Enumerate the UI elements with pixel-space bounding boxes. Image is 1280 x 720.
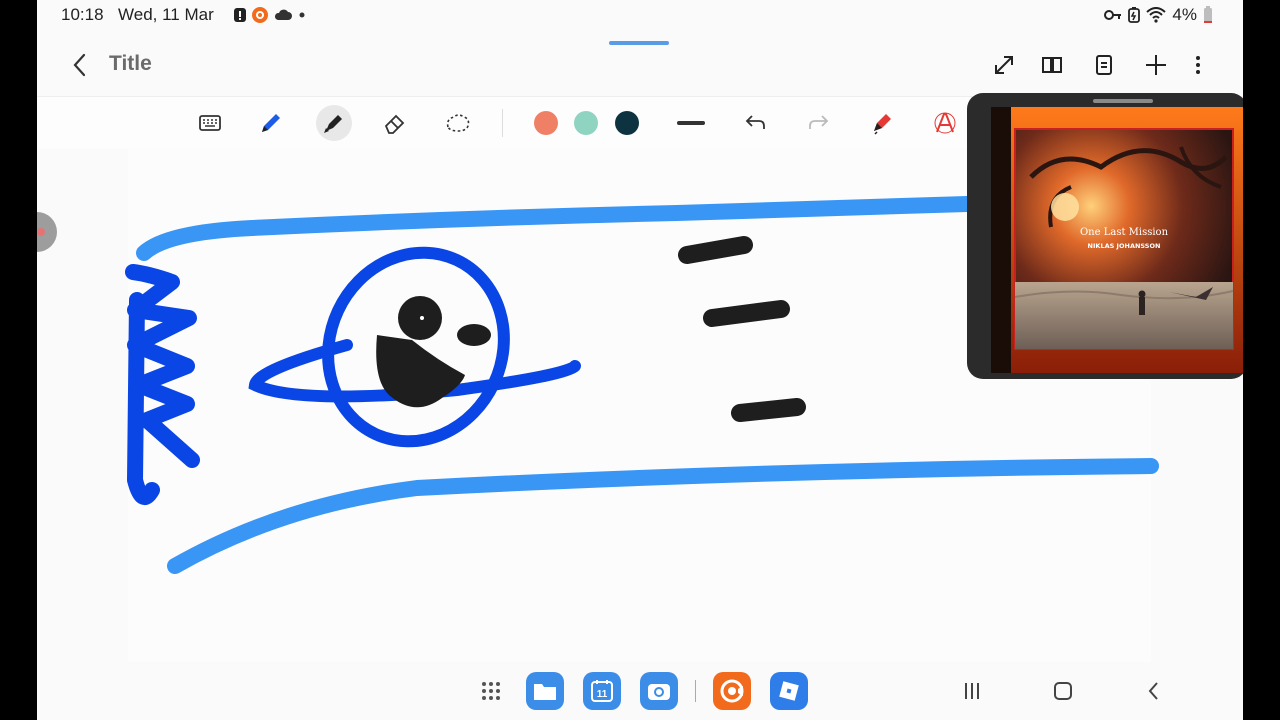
text-recognition-icon — [934, 112, 956, 134]
battery-saver-icon — [1128, 7, 1141, 23]
app-bar: Title — [37, 40, 1243, 90]
color-swatch-navy[interactable] — [615, 111, 639, 135]
keyboard-icon — [199, 115, 221, 131]
redo-button[interactable] — [801, 105, 837, 141]
app-drawer-button[interactable] — [472, 672, 510, 710]
expand-icon — [995, 56, 1013, 74]
app-bar-actions — [987, 48, 1217, 82]
cloud-icon — [274, 9, 292, 20]
pip-player[interactable]: One Last Mission NIKLAS JOHANSSON — [967, 93, 1243, 379]
notification-icons — [233, 6, 307, 24]
undo-button[interactable] — [737, 105, 773, 141]
album-title-text: One Last Mission — [1080, 227, 1169, 238]
roblox-app[interactable] — [770, 672, 808, 710]
alert-notification-icon — [234, 8, 246, 22]
eraser-icon — [384, 114, 405, 134]
home-button[interactable] — [1048, 678, 1078, 704]
color-swatch-mint[interactable] — [574, 111, 598, 135]
recorder-notification-icon — [252, 7, 268, 23]
more-notifications-icon — [299, 12, 305, 18]
camera-app-icon — [648, 684, 670, 700]
files-app[interactable] — [526, 672, 564, 710]
calendar-app[interactable]: 11 — [583, 672, 621, 710]
recents-icon — [965, 683, 979, 699]
edge-panel-dot — [37, 228, 45, 236]
note-title[interactable]: Title — [109, 52, 152, 76]
album-artist-text: NIKLAS JOHANSSON — [1088, 242, 1161, 250]
dock-divider — [695, 680, 696, 702]
keyboard-tool[interactable] — [192, 105, 228, 141]
page-button[interactable] — [1087, 48, 1121, 82]
tablet-screen: 10:18 Wed, 11 Mar 4% Title One Last Miss… — [37, 0, 1243, 720]
status-time: 10:18 — [61, 5, 104, 24]
more-icon — [1196, 56, 1200, 74]
battery-icon — [1204, 6, 1212, 23]
pen-icon — [262, 114, 280, 132]
edge-panel-handle[interactable] — [37, 212, 57, 252]
status-bar: 10:18 Wed, 11 Mar 4% — [37, 0, 1243, 30]
page-icon — [1096, 55, 1112, 75]
highlighter-icon — [324, 115, 342, 133]
pip-drag-handle[interactable] — [1093, 99, 1153, 103]
battery-percent: 4% — [1172, 5, 1197, 24]
calendar-app-icon: 11 — [591, 680, 613, 702]
pen-tool[interactable] — [253, 105, 289, 141]
calendar-day: 11 — [597, 689, 608, 700]
toolbar-divider — [502, 109, 503, 137]
pen-settings-button[interactable] — [864, 105, 900, 141]
home-icon — [1054, 682, 1072, 700]
app-drawer-icon — [482, 682, 500, 700]
line-weight-icon — [677, 121, 705, 125]
status-right: 4% — [1104, 5, 1213, 25]
files-app-icon — [534, 684, 556, 700]
album-art: One Last Mission NIKLAS JOHANSSON — [991, 107, 1243, 373]
more-options-button[interactable] — [1181, 48, 1215, 82]
undo-icon — [745, 115, 765, 129]
back-button[interactable] — [65, 50, 95, 80]
highlighter-tool[interactable] — [316, 105, 352, 141]
chevron-left-icon — [73, 53, 86, 77]
key-icon — [1104, 10, 1122, 20]
add-page-button[interactable] — [1139, 48, 1173, 82]
pen-settings-icon — [874, 114, 891, 135]
book-view-button[interactable] — [1035, 48, 1069, 82]
back-icon — [1148, 682, 1158, 700]
eraser-tool[interactable] — [377, 105, 413, 141]
status-date: Wed, 11 Mar — [118, 5, 214, 24]
camera-app[interactable] — [640, 672, 678, 710]
line-weight-tool[interactable] — [673, 105, 709, 141]
lasso-icon — [446, 114, 470, 132]
wifi-icon — [1146, 7, 1167, 23]
lasso-tool[interactable] — [440, 105, 476, 141]
screen-recorder-app[interactable] — [713, 672, 751, 710]
roblox-app-icon — [779, 681, 799, 701]
color-swatch-coral[interactable] — [534, 111, 558, 135]
text-recognition-button[interactable] — [927, 105, 963, 141]
redo-icon — [809, 115, 829, 129]
nav-back-button[interactable] — [1139, 678, 1169, 704]
navigation-bar: 11 — [37, 662, 1243, 720]
book-view-icon — [1042, 57, 1062, 73]
expand-button[interactable] — [987, 48, 1021, 82]
recents-button[interactable] — [957, 678, 987, 704]
add-icon — [1146, 55, 1166, 75]
screen-recorder-app-icon — [720, 679, 744, 703]
